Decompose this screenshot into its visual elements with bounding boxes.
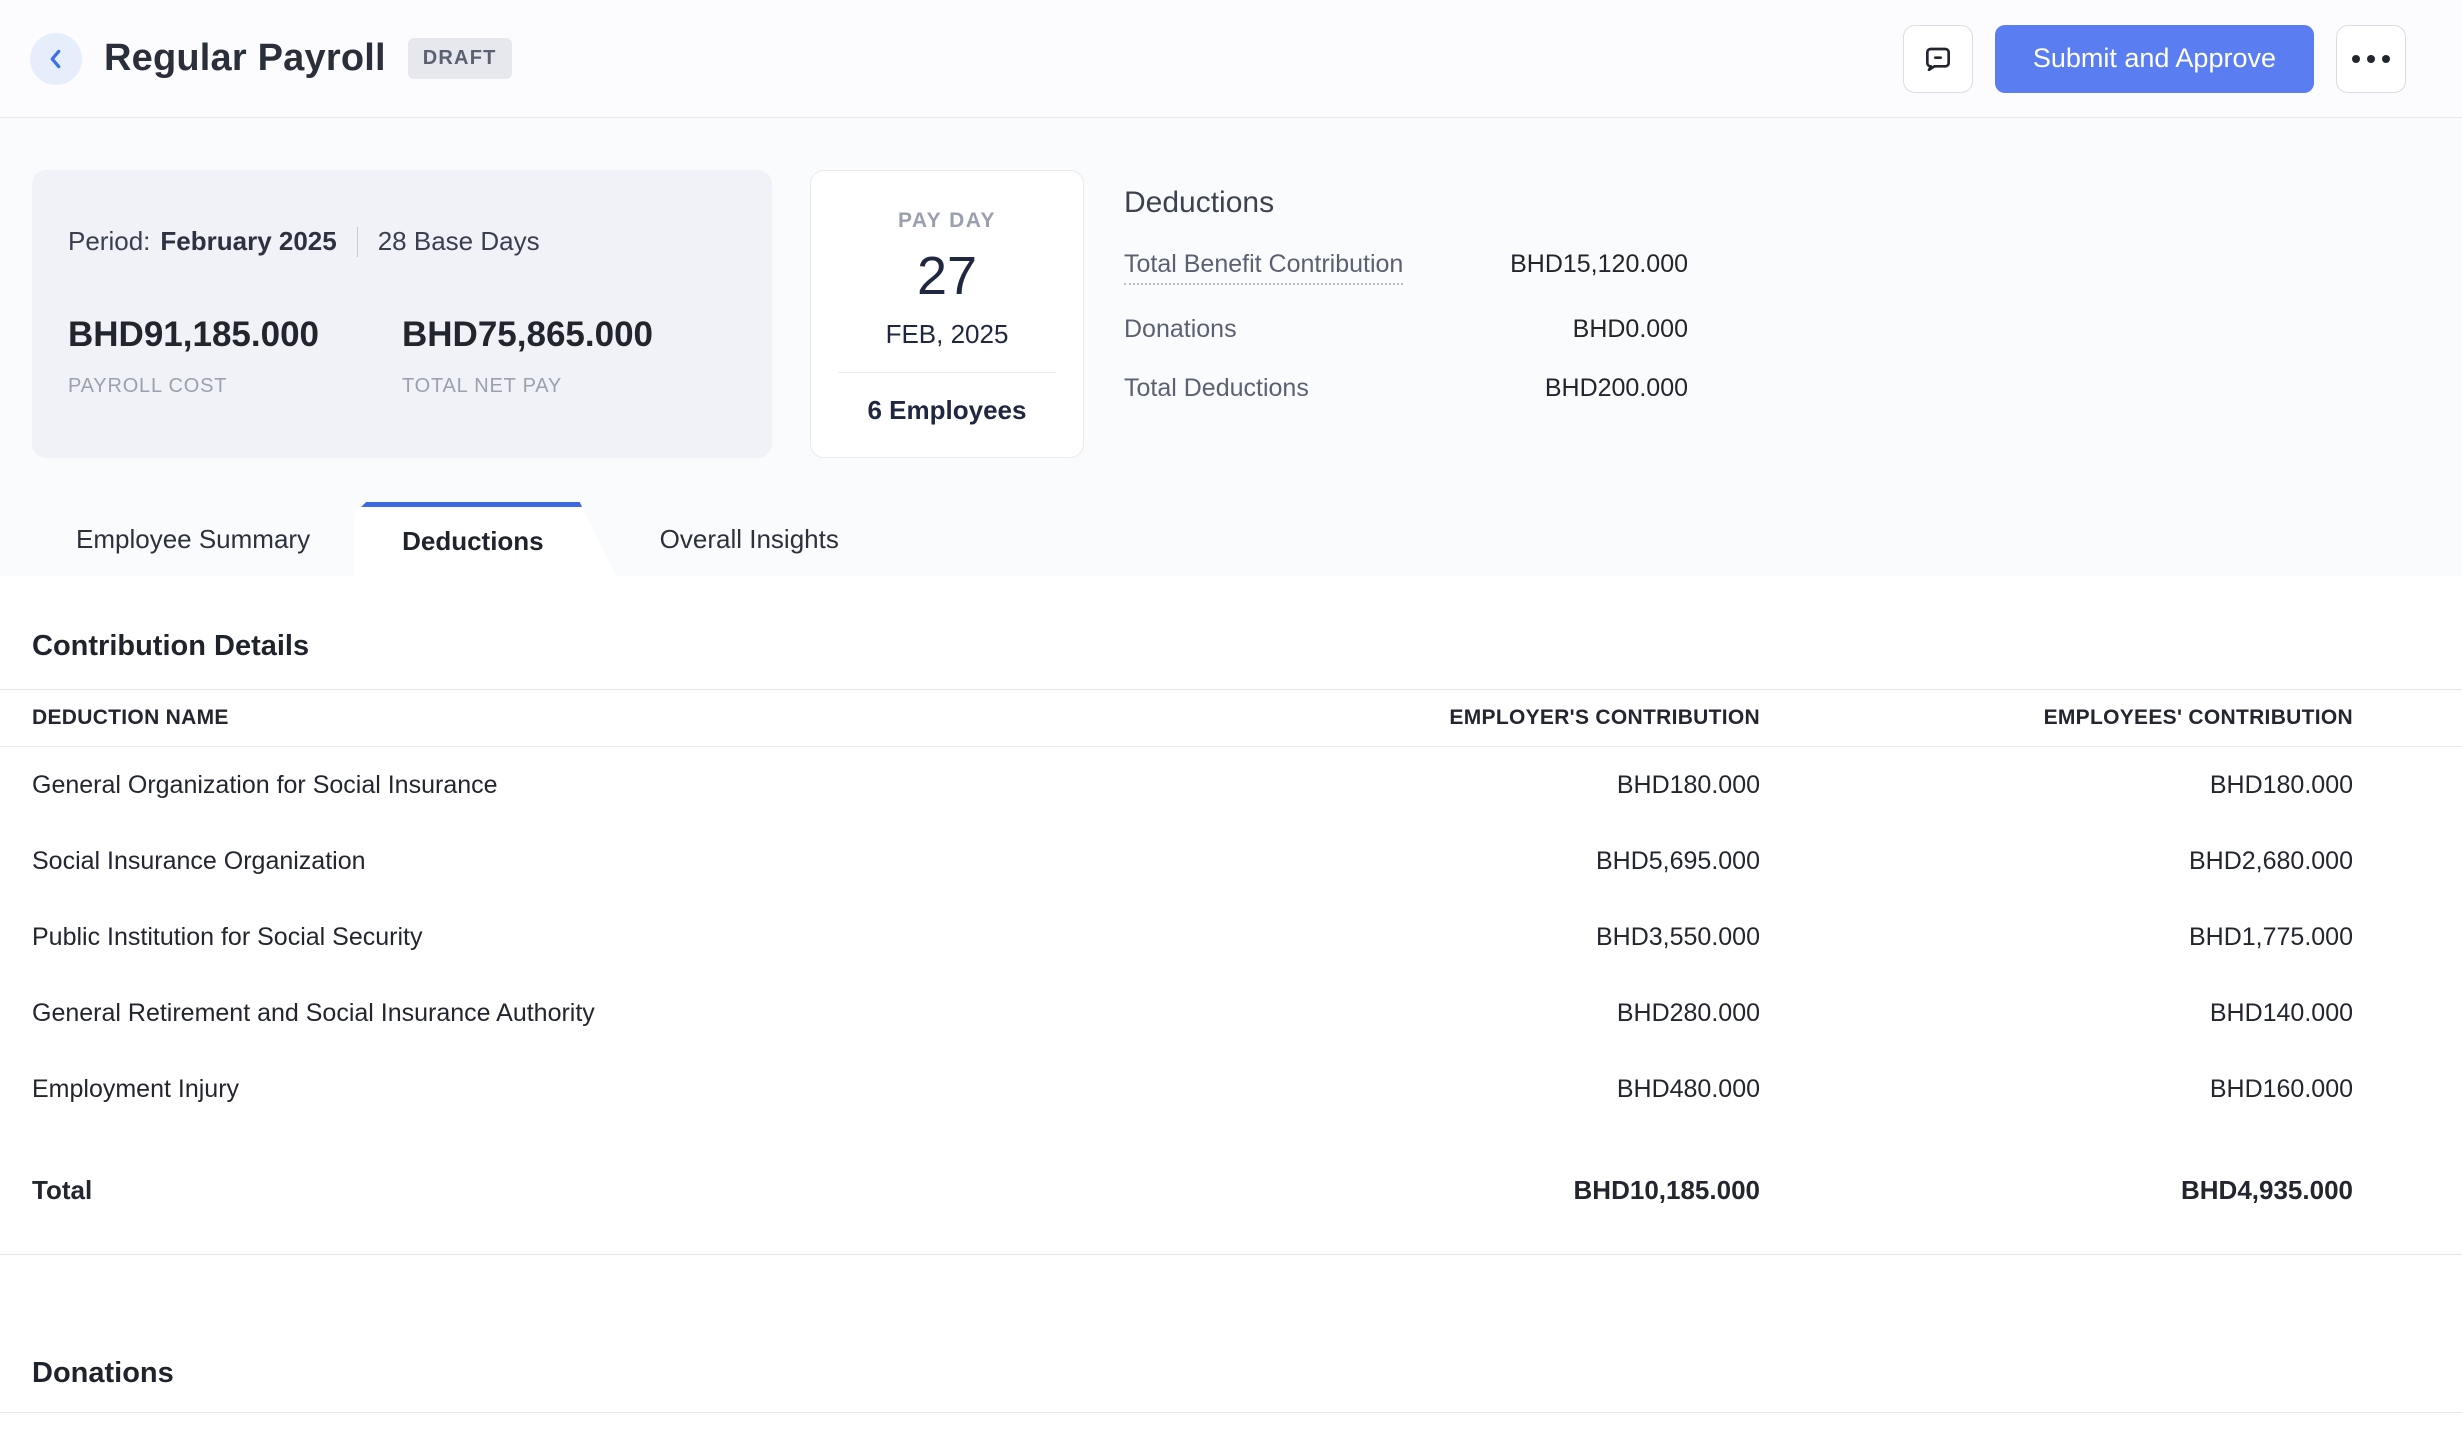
- total-benefit-contribution-value: BHD15,120.000: [1510, 250, 1688, 279]
- tab-employee-summary[interactable]: Employee Summary: [32, 502, 354, 576]
- comment-button[interactable]: [1903, 25, 1973, 93]
- summary-section: Period: February 2025 28 Base Days BHD91…: [0, 118, 2462, 576]
- vertical-divider: [357, 227, 358, 257]
- employer-contribution: BHD3,550.000: [1140, 923, 1760, 952]
- deductions-summary: Deductions Total Benefit Contribution BH…: [1124, 170, 1688, 403]
- page-title: Regular Payroll: [104, 37, 386, 80]
- employer-contribution: BHD180.000: [1140, 771, 1760, 800]
- deduction-name: General Retirement and Social Insurance …: [32, 999, 1140, 1028]
- back-button[interactable]: [30, 33, 82, 85]
- tab-deductions[interactable]: Deductions: [354, 502, 616, 576]
- tab-content: Contribution Details DEDUCTION NAME EMPL…: [0, 630, 2462, 1413]
- header-actions: Submit and Approve: [1903, 25, 2406, 93]
- column-employees-contribution: EMPLOYEES' CONTRIBUTION: [1760, 706, 2353, 730]
- ellipsis-icon: [2352, 55, 2390, 63]
- column-employer-contribution: EMPLOYER'S CONTRIBUTION: [1140, 706, 1760, 730]
- divider: [838, 372, 1056, 373]
- deduction-name: Public Institution for Social Security: [32, 923, 1140, 952]
- period-value: February 2025: [160, 226, 336, 257]
- header: Regular Payroll DRAFT Submit and Approve: [0, 0, 2462, 118]
- pay-day-card: PAY DAY 27 FEB, 2025 6 Employees: [810, 170, 1084, 458]
- comment-bubble-icon: [1922, 43, 1954, 75]
- employer-contribution: BHD480.000: [1140, 1075, 1760, 1104]
- column-deduction-name: DEDUCTION NAME: [32, 706, 1140, 730]
- submit-and-approve-button[interactable]: Submit and Approve: [1995, 25, 2314, 93]
- more-button[interactable]: [2336, 25, 2406, 93]
- summary-row-total-deductions: Total Deductions BHD200.000: [1124, 374, 1688, 403]
- tab-bar: Employee Summary Deductions Overall Insi…: [0, 502, 2462, 576]
- employee-contribution: BHD2,680.000: [1760, 847, 2353, 876]
- payroll-cost-label: PAYROLL COST: [68, 375, 402, 398]
- employee-count: 6 Employees: [811, 395, 1083, 426]
- summary-row-donations: Donations BHD0.000: [1124, 315, 1688, 344]
- net-pay-amount: BHD75,865.000: [402, 315, 736, 355]
- pay-day-number: 27: [811, 245, 1083, 307]
- table-row: General Retirement and Social Insurance …: [0, 975, 2462, 1051]
- pay-day-month-year: FEB, 2025: [811, 319, 1083, 350]
- summary-row-total-benefit: Total Benefit Contribution BHD15,120.000: [1124, 250, 1688, 285]
- contribution-details-title: Contribution Details: [32, 630, 2462, 663]
- total-deductions-value: BHD200.000: [1545, 374, 1688, 403]
- pay-day-label: PAY DAY: [811, 209, 1083, 233]
- total-employer-contribution: BHD10,185.000: [1140, 1175, 1760, 1206]
- table-row: Public Institution for Social Security B…: [0, 899, 2462, 975]
- table-row: Employment Injury BHD480.000 BHD160.000: [0, 1051, 2462, 1127]
- total-label: Total: [32, 1175, 1140, 1206]
- donations-section-title: Donations: [32, 1357, 2462, 1390]
- base-days: 28 Base Days: [378, 226, 540, 257]
- deductions-summary-title: Deductions: [1124, 186, 1688, 220]
- employee-contribution: BHD1,775.000: [1760, 923, 2353, 952]
- total-employee-contribution: BHD4,935.000: [1760, 1175, 2353, 1206]
- donations-value: BHD0.000: [1573, 315, 1688, 344]
- employee-contribution: BHD140.000: [1760, 999, 2353, 1028]
- employee-contribution: BHD160.000: [1760, 1075, 2353, 1104]
- status-badge: DRAFT: [408, 38, 512, 79]
- table-total-row: Total BHD10,185.000 BHD4,935.000: [0, 1127, 2462, 1255]
- deduction-name: Employment Injury: [32, 1075, 1140, 1104]
- deduction-name: Social Insurance Organization: [32, 847, 1140, 876]
- table-row: Social Insurance Organization BHD5,695.0…: [0, 823, 2462, 899]
- employer-contribution: BHD5,695.000: [1140, 847, 1760, 876]
- employer-contribution: BHD280.000: [1140, 999, 1760, 1028]
- table-header: DEDUCTION NAME EMPLOYER'S CONTRIBUTION E…: [0, 689, 2462, 747]
- period-summary-card: Period: February 2025 28 Base Days BHD91…: [32, 170, 772, 458]
- table-row: General Organization for Social Insuranc…: [0, 747, 2462, 823]
- tab-overall-insights[interactable]: Overall Insights: [616, 502, 883, 576]
- deduction-name: General Organization for Social Insuranc…: [32, 771, 1140, 800]
- total-deductions-label: Total Deductions: [1124, 374, 1309, 403]
- total-benefit-contribution-label[interactable]: Total Benefit Contribution: [1124, 250, 1403, 285]
- donations-label: Donations: [1124, 315, 1237, 344]
- payroll-cost-amount: BHD91,185.000: [68, 315, 402, 355]
- net-pay-label: TOTAL NET PAY: [402, 375, 736, 398]
- period-label: Period:: [68, 226, 150, 257]
- chevron-left-icon: [43, 46, 69, 72]
- employee-contribution: BHD180.000: [1760, 771, 2353, 800]
- divider: [0, 1412, 2462, 1413]
